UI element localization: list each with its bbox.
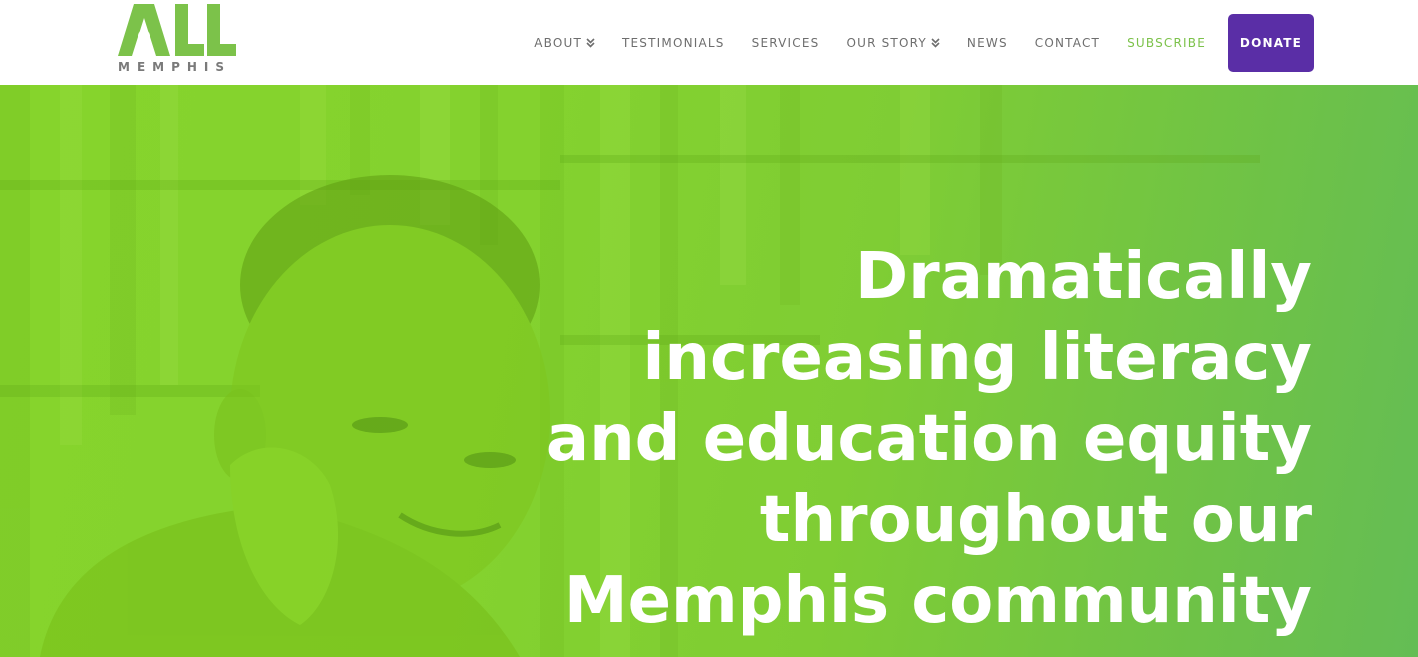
nav-testimonials[interactable]: TESTIMONIALS [622, 36, 725, 50]
nav-contact[interactable]: CONTACT [1035, 36, 1100, 50]
nav-about[interactable]: ABOUT [534, 36, 595, 50]
double-chevron-down-icon [931, 37, 940, 48]
nav-news[interactable]: NEWS [967, 36, 1008, 50]
donate-button[interactable]: DONATE [1228, 13, 1314, 72]
nav-subscribe[interactable]: SUBSCRIBE [1127, 36, 1206, 50]
logo-all-wordmark [118, 4, 236, 56]
logo-memphis-text: MEMPHIS [118, 60, 232, 74]
nav-our-story-label: OUR STORY [846, 35, 927, 50]
all-memphis-logo[interactable]: MEMPHIS [118, 4, 238, 74]
nav-subscribe-label: SUBSCRIBE [1127, 35, 1206, 50]
double-chevron-down-icon [586, 37, 595, 48]
hero-headline: Dramatically increasing literacy and edu… [545, 240, 1312, 638]
nav-contact-label: CONTACT [1034, 35, 1101, 50]
nav-our-story[interactable]: OUR STORY [846, 35, 940, 50]
nav-news-label: NEWS [966, 35, 1008, 50]
hero-banner: Dramatically increasing literacy and edu… [0, 85, 1418, 657]
site-header: MEMPHIS ABOUT TESTIMONIALS SERVICES OUR … [0, 0, 1418, 85]
nav-about-label: ABOUT [534, 35, 582, 50]
nav-services[interactable]: SERVICES [752, 36, 820, 50]
nav-testimonials-label: TESTIMONIALS [622, 35, 725, 50]
nav-services-label: SERVICES [751, 35, 820, 50]
main-nav: ABOUT TESTIMONIALS SERVICES OUR STORY NE… [534, 0, 1314, 85]
